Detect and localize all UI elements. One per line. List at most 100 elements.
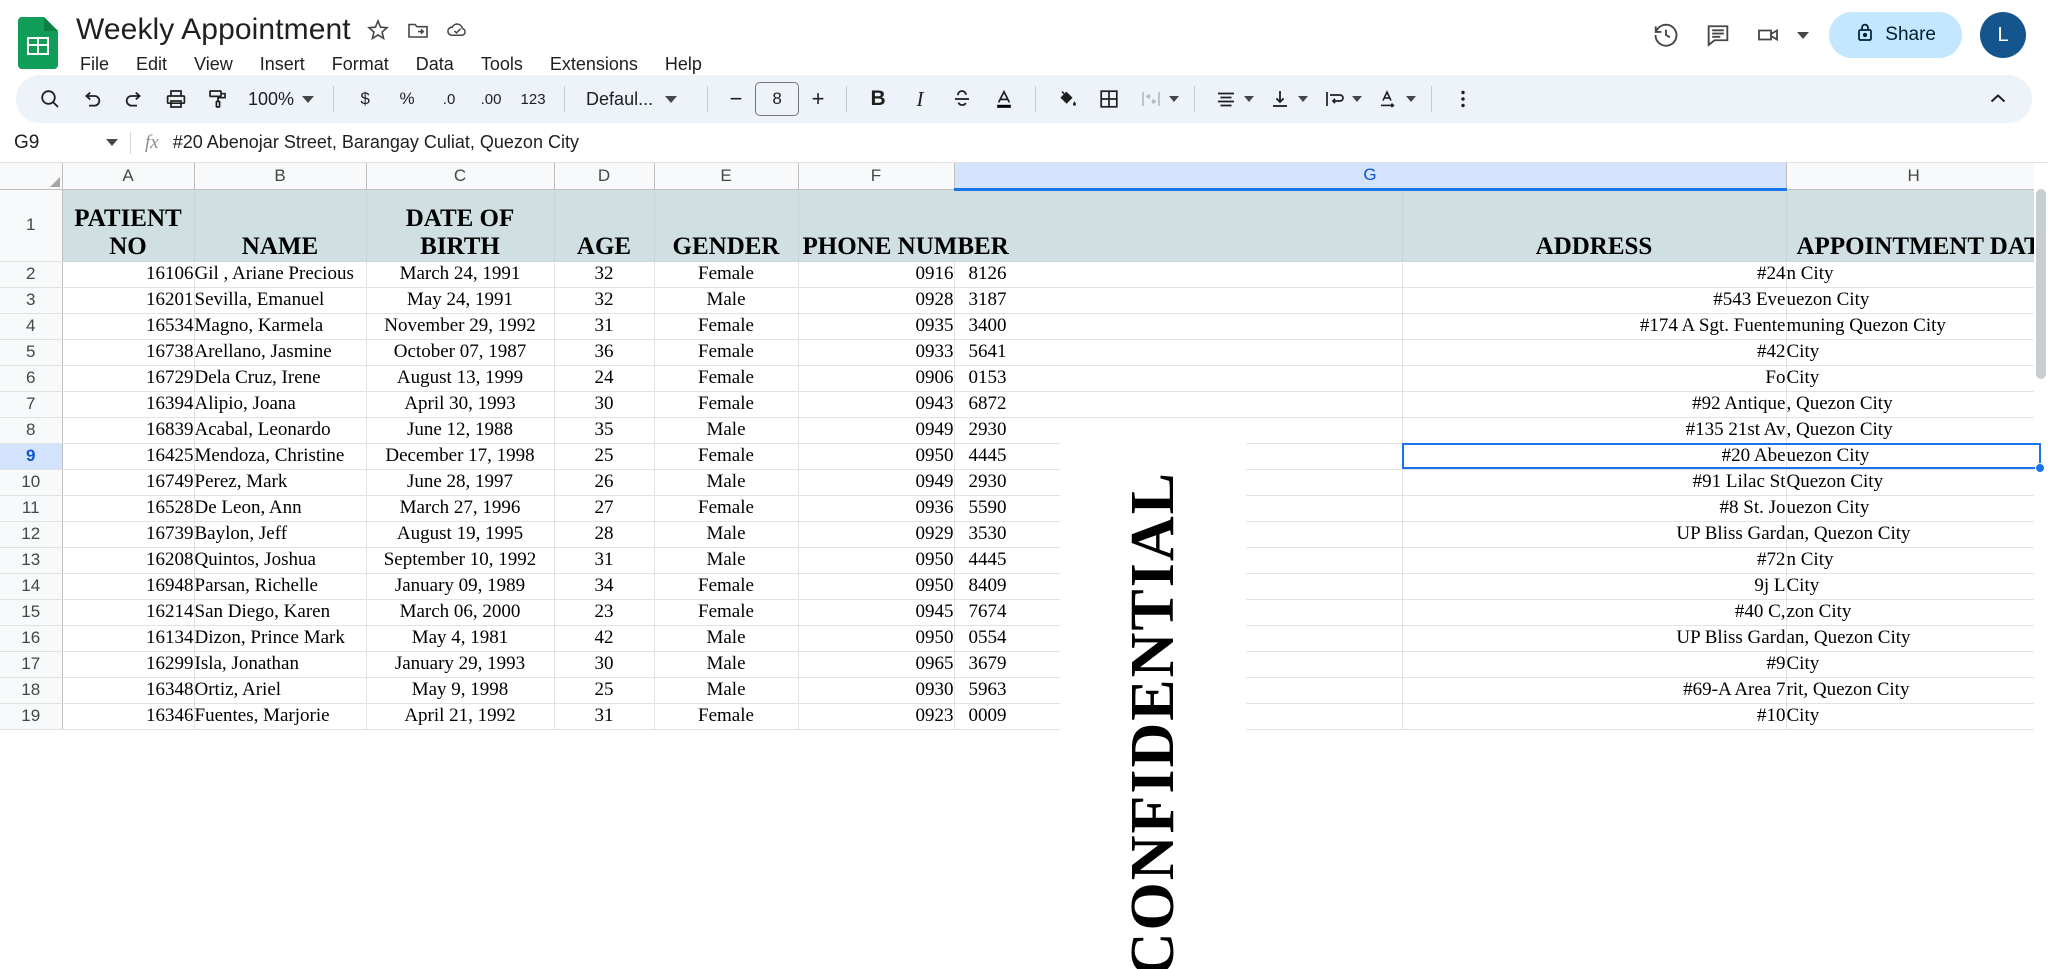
cell-phone-prefix[interactable]: 0943: [798, 391, 955, 418]
cell-patient-no[interactable]: 16739: [62, 521, 195, 548]
chevron-down-icon[interactable]: [1244, 96, 1255, 102]
font-size-input[interactable]: 8: [755, 82, 800, 116]
cell-phone-prefix[interactable]: 0928: [798, 287, 955, 314]
video-camera-icon[interactable]: [1747, 12, 1793, 58]
cell-address-overflow[interactable]: n City: [1786, 261, 2042, 288]
header-phone-number[interactable]: PHONE NUMBER: [798, 189, 1403, 262]
cell-address-overflow[interactable]: , Quezon City: [1786, 417, 2042, 444]
star-icon[interactable]: [365, 17, 391, 43]
row-header-16[interactable]: 16: [0, 625, 63, 652]
cell-age[interactable]: 42: [554, 625, 655, 652]
chevron-down-icon[interactable]: [1797, 31, 1810, 39]
menu-help[interactable]: Help: [663, 52, 704, 77]
header-name[interactable]: NAME: [194, 189, 367, 262]
cell-gender[interactable]: Female: [654, 599, 799, 626]
cell-phone-suffix[interactable]: 8409: [954, 573, 1403, 600]
sheets-logo-icon[interactable]: [16, 14, 60, 72]
cell-gender[interactable]: Male: [654, 521, 799, 548]
text-color-icon[interactable]: [984, 79, 1024, 119]
cell-gender[interactable]: Female: [654, 365, 799, 392]
decrease-font-size-button[interactable]: −: [719, 82, 753, 116]
share-button[interactable]: Share: [1829, 12, 1962, 58]
cell-age[interactable]: 23: [554, 599, 655, 626]
cell-age[interactable]: 31: [554, 313, 655, 340]
move-to-folder-icon[interactable]: [405, 17, 431, 43]
cell-address-overflow[interactable]: uezon City: [1786, 443, 2042, 470]
menu-edit[interactable]: Edit: [134, 52, 169, 77]
cell-date-of-birth[interactable]: March 24, 1991: [366, 261, 555, 288]
cell-age[interactable]: 25: [554, 677, 655, 704]
cell-patient-no[interactable]: 16134: [62, 625, 195, 652]
cell-gender[interactable]: Female: [654, 391, 799, 418]
header-gender[interactable]: GENDER: [654, 189, 799, 262]
cell-gender[interactable]: Female: [654, 495, 799, 522]
cell-age[interactable]: 27: [554, 495, 655, 522]
cell-address-overflow[interactable]: Quezon City: [1786, 469, 2042, 496]
cell-address[interactable]: #24: [1402, 261, 1787, 288]
column-header-a[interactable]: A: [62, 163, 195, 190]
cell-gender[interactable]: Female: [654, 339, 799, 366]
fill-color-icon[interactable]: [1047, 79, 1087, 119]
header-appointment-date[interactable]: APPOINTMENT DAT: [1786, 189, 2042, 262]
cell-name[interactable]: Gil , Ariane Precious: [194, 261, 367, 288]
cell-phone-suffix[interactable]: 5590: [954, 495, 1403, 522]
cloud-saved-icon[interactable]: [445, 17, 471, 43]
column-header-e[interactable]: E: [654, 163, 799, 190]
cell-name[interactable]: Dela Cruz, Irene: [194, 365, 367, 392]
document-title[interactable]: Weekly Appointment: [76, 13, 351, 47]
comment-icon[interactable]: [1695, 12, 1741, 58]
cell-phone-prefix[interactable]: 0923: [798, 703, 955, 730]
cell-patient-no[interactable]: 16738: [62, 339, 195, 366]
cell-name[interactable]: De Leon, Ann: [194, 495, 367, 522]
cell-address[interactable]: #40 C,: [1402, 599, 1787, 626]
cell-age[interactable]: 31: [554, 703, 655, 730]
cell-date-of-birth[interactable]: October 07, 1987: [366, 339, 555, 366]
cell-date-of-birth[interactable]: December 17, 1998: [366, 443, 555, 470]
cell-phone-suffix[interactable]: 2930: [954, 417, 1403, 444]
menu-view[interactable]: View: [192, 52, 235, 77]
cell-address-overflow[interactable]: City: [1786, 365, 2042, 392]
cell-phone-suffix[interactable]: 5963: [954, 677, 1403, 704]
scrollbar-thumb[interactable]: [2036, 189, 2046, 379]
cell-gender[interactable]: Male: [654, 625, 799, 652]
borders-icon[interactable]: [1089, 79, 1129, 119]
cell-name[interactable]: Isla, Jonathan: [194, 651, 367, 678]
row-header-1[interactable]: 1: [0, 189, 63, 262]
cell-patient-no[interactable]: 16534: [62, 313, 195, 340]
cell-patient-no[interactable]: 16201: [62, 287, 195, 314]
cell-phone-prefix[interactable]: 0933: [798, 339, 955, 366]
row-header-8[interactable]: 8: [0, 417, 63, 444]
undo-icon[interactable]: [72, 79, 112, 119]
column-header-g[interactable]: G: [954, 163, 1787, 191]
cell-gender[interactable]: Male: [654, 677, 799, 704]
cell-patient-no[interactable]: 16348: [62, 677, 195, 704]
zoom-control[interactable]: 100%: [240, 81, 322, 117]
cell-phone-prefix[interactable]: 0935: [798, 313, 955, 340]
row-header-2[interactable]: 2: [0, 261, 63, 288]
row-header-19[interactable]: 19: [0, 703, 63, 730]
cell-patient-no[interactable]: 16425: [62, 443, 195, 470]
cell-gender[interactable]: Female: [654, 313, 799, 340]
cell-gender[interactable]: Female: [654, 573, 799, 600]
merge-cells-icon[interactable]: [1131, 79, 1171, 119]
cell-gender[interactable]: Male: [654, 547, 799, 574]
cell-age[interactable]: 26: [554, 469, 655, 496]
cell-address-overflow[interactable]: City: [1786, 339, 2042, 366]
cell-date-of-birth[interactable]: June 28, 1997: [366, 469, 555, 496]
header-date-of-birth[interactable]: DATE OF BIRTH: [366, 189, 555, 262]
cell-name[interactable]: Acabal, Leonardo: [194, 417, 367, 444]
cell-gender[interactable]: Male: [654, 287, 799, 314]
cell-address-overflow[interactable]: rit, Quezon City: [1786, 677, 2042, 704]
cell-age[interactable]: 25: [554, 443, 655, 470]
cell-date-of-birth[interactable]: June 12, 1988: [366, 417, 555, 444]
cell-address-overflow[interactable]: City: [1786, 651, 2042, 678]
horizontal-align-icon[interactable]: [1206, 79, 1246, 119]
row-header-11[interactable]: 11: [0, 495, 63, 522]
vertical-align-icon[interactable]: [1260, 79, 1300, 119]
header-age[interactable]: AGE: [554, 189, 655, 262]
cell-phone-prefix[interactable]: 0950: [798, 573, 955, 600]
cell-phone-prefix[interactable]: 0950: [798, 547, 955, 574]
cell-phone-suffix[interactable]: 4445: [954, 443, 1403, 470]
cell-address[interactable]: UP Bliss Gard: [1402, 521, 1787, 548]
cell-name[interactable]: Baylon, Jeff: [194, 521, 367, 548]
